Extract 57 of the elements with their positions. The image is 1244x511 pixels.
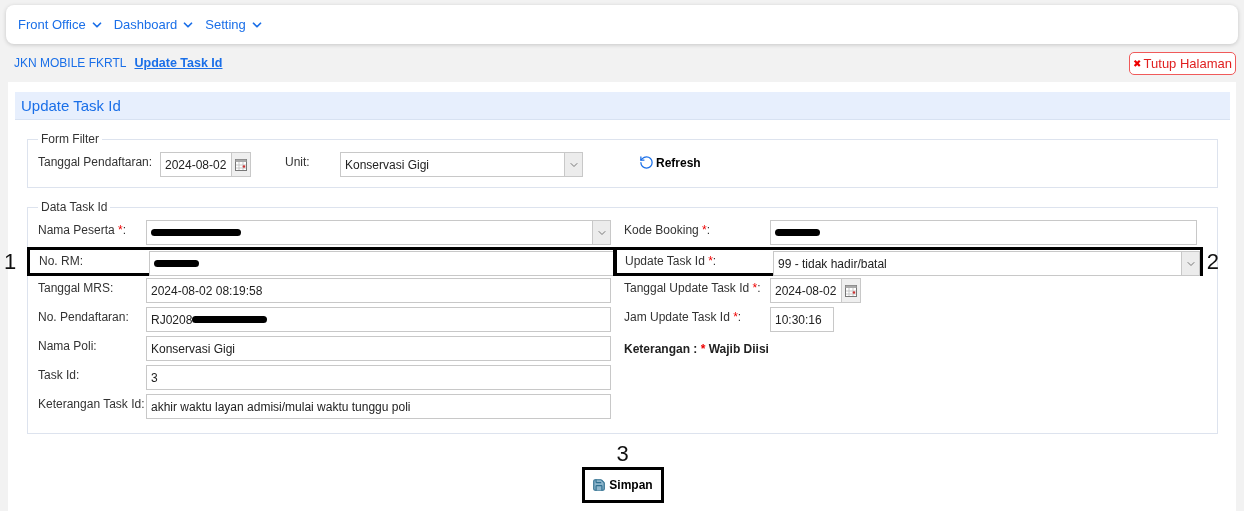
text-field[interactable]: RJ0208 xyxy=(146,307,611,332)
fieldset-legend: Form Filter xyxy=(38,132,102,146)
panel-title: Update Task Id xyxy=(21,97,121,114)
field-value: 2024-08-02 xyxy=(165,157,227,172)
callout-number: 3 xyxy=(616,443,629,465)
nav-menu-item[interactable]: Front Office xyxy=(18,17,104,32)
text-field[interactable]: akhir waktu layan admisi/mulai waktu tunggu poli xyxy=(146,394,611,419)
field-label: Tanggal Update Task Id *: xyxy=(624,280,762,295)
field-label: Update Task Id *: xyxy=(625,253,718,268)
calendar-button[interactable] xyxy=(842,278,861,303)
fieldset-legend: Data Task Id xyxy=(38,200,111,214)
select-field[interactable]: 99 - tidak hadir/batal xyxy=(773,251,1200,276)
floppy-icon xyxy=(592,478,607,492)
callout-number: 2 xyxy=(1206,251,1219,273)
close-page-button[interactable]: ✖ Tutup Halaman xyxy=(1128,51,1236,75)
nav-menu-item[interactable]: Dashboard xyxy=(113,17,196,32)
field-label: No. RM: xyxy=(39,253,84,268)
calendar-button[interactable] xyxy=(232,152,251,177)
breadcrumb-link[interactable]: Update Task Id xyxy=(134,56,223,70)
time-field[interactable]: 10:30:16 xyxy=(770,307,834,332)
field-label: Unit: xyxy=(285,154,311,169)
nav-menu-item[interactable]: Setting xyxy=(205,17,264,32)
select-field[interactable]: Konservasi Gigi xyxy=(340,152,583,177)
date-field[interactable]: 2024-08-02 xyxy=(770,278,842,303)
field-label: Tanggal Pendaftaran: xyxy=(38,154,154,169)
field-label: Nama Peserta *: xyxy=(38,222,128,237)
text-field[interactable]: Konservasi Gigi xyxy=(146,336,611,361)
calendar-icon xyxy=(845,284,857,297)
text-field[interactable]: 2024-08-02 08:19:58 xyxy=(146,278,611,303)
field-value: Konservasi Gigi xyxy=(345,157,430,172)
refresh-icon xyxy=(639,155,654,170)
breadcrumb-link[interactable]: JKN MOBILE FKRTL xyxy=(14,56,127,70)
field-value: 2024-08-02 xyxy=(775,283,837,298)
field-label: Jam Update Task Id *: xyxy=(624,309,743,324)
field-label: Kode Booking *: xyxy=(624,222,712,237)
field-label: Nama Poli: xyxy=(38,338,98,353)
field-label: Tanggal MRS: xyxy=(38,280,115,295)
text-field[interactable] xyxy=(770,220,1197,245)
field-value: 2024-08-02 08:19:58 xyxy=(151,283,263,298)
save-button[interactable]: Simpan xyxy=(581,467,664,503)
field-label: No. Pendaftaran: xyxy=(38,309,130,324)
field-value: Konservasi Gigi xyxy=(151,341,236,356)
field-label: Keterangan Task Id: xyxy=(38,396,146,411)
date-field[interactable]: 2024-08-02 xyxy=(160,152,232,177)
text-field[interactable] xyxy=(149,251,614,276)
refresh-button[interactable]: Refresh xyxy=(639,155,701,170)
field-value: akhir waktu layan admisi/mulai waktu tunggu poli xyxy=(151,399,411,414)
calendar-icon xyxy=(235,158,247,171)
field-value: RJ0208 xyxy=(151,312,193,327)
text-field[interactable]: 3 xyxy=(146,365,611,390)
callout-number: 1 xyxy=(4,251,17,273)
field-value: 10:30:16 xyxy=(775,312,822,327)
field-value: 3 xyxy=(151,370,158,385)
field-value: 99 - tidak hadir/batal xyxy=(778,256,887,271)
field-label: Task Id: xyxy=(38,367,81,382)
required-note: Keterangan : * Wajib Diisi xyxy=(624,341,770,356)
select-field[interactable] xyxy=(146,220,611,245)
